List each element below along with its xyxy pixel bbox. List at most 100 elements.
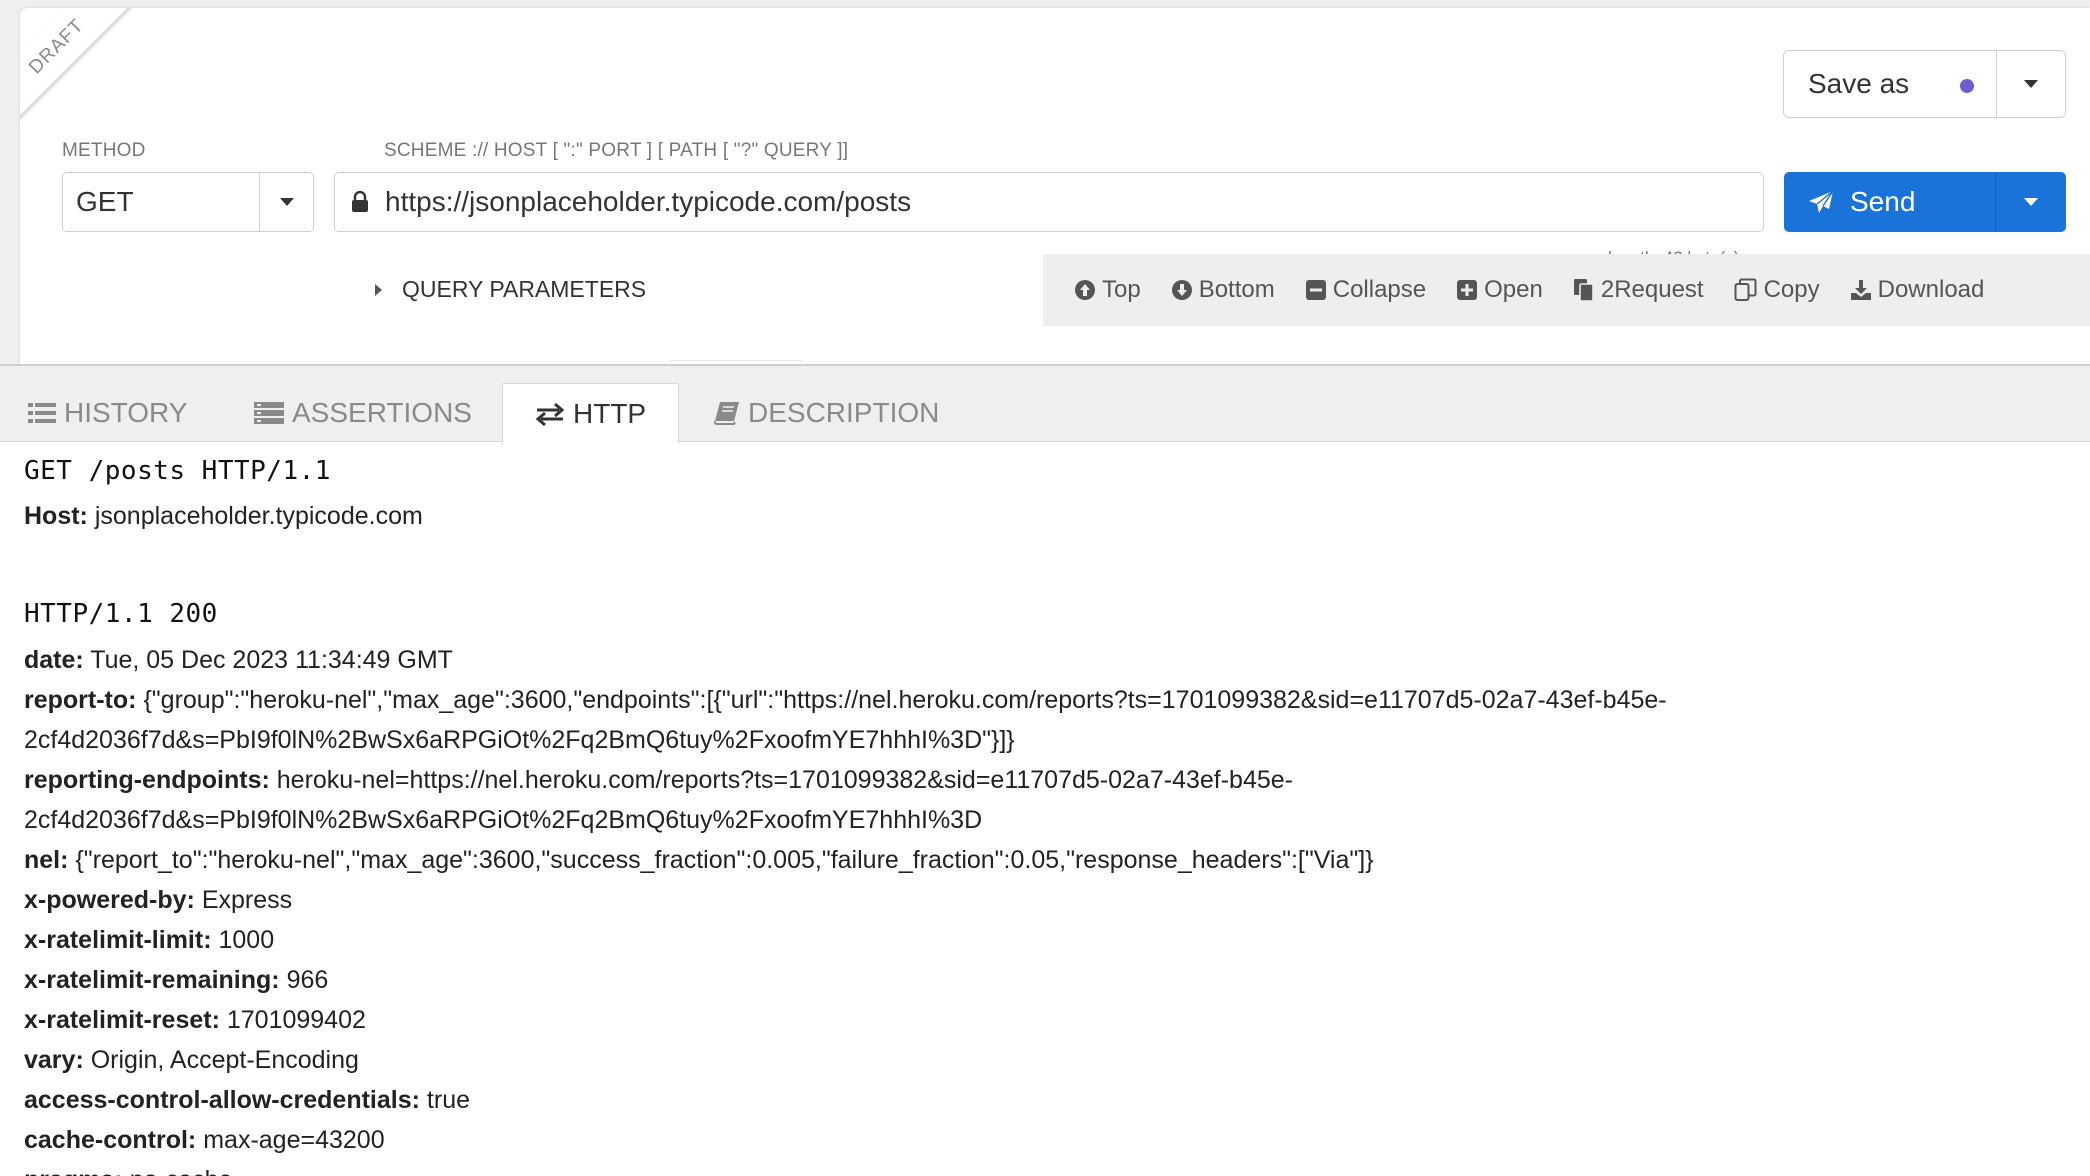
top-button[interactable]: Top: [1074, 276, 1141, 304]
save-as-button[interactable]: Save as: [1784, 51, 1996, 117]
send-options-dropdown[interactable]: [1995, 172, 2066, 232]
header-value: no-cache: [130, 1166, 233, 1176]
header-value: {"report_to":"heroku-nel","max_age":3600…: [75, 846, 1374, 874]
plus-square-icon: [1457, 280, 1478, 300]
copy-button[interactable]: Copy: [1734, 276, 1820, 304]
tab-assertions[interactable]: ASSERTIONS: [254, 383, 472, 443]
collapse-button[interactable]: Collapse: [1305, 276, 1426, 304]
chevron-down-icon: [279, 198, 294, 206]
status-line: HTTP/1.1 200: [24, 599, 218, 629]
response-header-row: access-control-allow-credentials: true: [24, 1080, 1824, 1120]
header-name: date:: [24, 646, 84, 674]
header-value: 1701099402: [226, 1006, 366, 1034]
open-button[interactable]: Open: [1456, 276, 1543, 304]
url-field[interactable]: [334, 172, 1764, 232]
header-value: 1000: [218, 926, 275, 954]
request-header-row: Host: jsonplaceholder.typicode.com: [24, 496, 1824, 536]
response-toolbar: Top Bottom Collapse Open 2Request Copy D…: [1043, 254, 2090, 326]
header-name: x-ratelimit-limit:: [24, 926, 212, 954]
query-parameters-label: QUERY PARAMETERS: [402, 276, 647, 302]
chevron-down-icon: [2024, 80, 2038, 88]
minus-square-icon: [1305, 280, 1326, 300]
method-value: GET: [76, 186, 134, 217]
tab-description[interactable]: DESCRIPTION: [714, 383, 939, 443]
top-label: Top: [1102, 276, 1141, 303]
response-header-row: x-ratelimit-reset: 1701099402: [24, 1000, 1824, 1040]
bottom-button[interactable]: Bottom: [1171, 276, 1275, 304]
tabs-bar: HISTORY ASSERTIONS HTTP DESCRIPTION: [0, 364, 2090, 444]
chevron-down-icon: [2024, 198, 2038, 206]
header-value: heroku-nel=https://nel.heroku.com/report…: [276, 766, 1293, 794]
download-label: Download: [1877, 276, 1985, 303]
tab-assertions-label: ASSERTIONS: [292, 397, 472, 428]
header-value: Origin, Accept-Encoding: [90, 1046, 359, 1074]
response-header-row: nel: {"report_to":"heroku-nel","max_age"…: [24, 840, 1824, 880]
download-button[interactable]: Download: [1850, 276, 1985, 304]
lock-icon: [352, 191, 368, 212]
header-name: report-to:: [24, 686, 137, 714]
save-as-button-group: Save as: [1783, 50, 2066, 118]
response-header-row: date: Tue, 05 Dec 2023 11:34:49 GMT: [24, 640, 1824, 680]
response-header-row: x-powered-by: Express: [24, 880, 1824, 920]
send-button[interactable]: Send: [1784, 172, 1995, 232]
tab-history[interactable]: HISTORY: [28, 383, 187, 443]
url-input[interactable]: [383, 185, 1733, 219]
url-format-label: SCHEME :// HOST [ ":" PORT ] [ PATH [ "?…: [384, 140, 849, 161]
response-header-row-continuation: 2cf4d2036f7d&s=PbI9f0lN%2BwSx6aRPGiOt%2F…: [24, 800, 1824, 840]
caret-right-icon: [375, 283, 382, 296]
tab-http[interactable]: HTTP: [502, 383, 680, 444]
response-header-row: vary: Origin, Accept-Encoding: [24, 1040, 1824, 1080]
download-icon: [1850, 280, 1871, 300]
response-header-row: reporting-endpoints: heroku-nel=https://…: [24, 760, 1824, 800]
method-label: METHOD: [62, 140, 146, 161]
open-label: Open: [1484, 276, 1543, 303]
response-header-row: report-to: {"group":"heroku-nel","max_ag…: [24, 680, 1824, 720]
exchange-icon: [535, 402, 565, 426]
method-dropdown-toggle[interactable]: [259, 173, 313, 231]
tab-history-label: HISTORY: [64, 397, 188, 428]
to-request-button[interactable]: 2Request: [1573, 276, 1704, 304]
copy-label: Copy: [1763, 276, 1820, 303]
query-parameters-toggle[interactable]: QUERY PARAMETERS: [375, 276, 646, 303]
header-value: Tue, 05 Dec 2023 11:34:49 GMT: [90, 646, 453, 674]
tab-description-label: DESCRIPTION: [748, 397, 940, 428]
save-options-dropdown[interactable]: [1996, 51, 2065, 117]
draft-ribbon: DRAFT: [20, 8, 158, 132]
response-header-row: x-ratelimit-limit: 1000: [24, 920, 1824, 960]
header-name: vary:: [24, 1046, 84, 1074]
header-name: access-control-allow-credentials:: [24, 1086, 420, 1114]
response-header-row: x-ratelimit-remaining: 966: [24, 960, 1824, 1000]
draft-label: DRAFT: [20, 8, 148, 132]
header-value: true: [426, 1086, 471, 1114]
copy-icon: [1734, 278, 1757, 301]
request-line: GET /posts HTTP/1.1: [24, 456, 331, 486]
header-name: cache-control:: [24, 1126, 197, 1154]
header-name: reporting-endpoints:: [24, 766, 270, 794]
header-value: Express: [201, 886, 293, 914]
header-name: pragma:: [24, 1166, 123, 1176]
tab-http-label: HTTP: [573, 397, 647, 429]
clipboard-copy-icon: [1573, 279, 1594, 302]
response-header-row: cache-control: max-age=43200: [24, 1120, 1824, 1160]
book-icon: [714, 402, 739, 425]
header-name: nel:: [24, 846, 69, 874]
response-header-row-partial: pragma: no-cache: [24, 1160, 1824, 1176]
send-label: Send: [1850, 186, 1916, 217]
header-name: Host:: [24, 502, 88, 530]
header-value: 2cf4d2036f7d&s=PbI9f0lN%2BwSx6aRPGiOt%2F…: [24, 806, 983, 834]
header-value: 966: [286, 966, 329, 994]
header-value: max-age=43200: [203, 1126, 385, 1154]
header-name: x-ratelimit-reset:: [24, 1006, 220, 1034]
header-name: x-powered-by:: [24, 886, 195, 914]
bottom-label: Bottom: [1198, 276, 1275, 303]
list-icon: [28, 403, 56, 423]
arrow-circle-down-icon: [1171, 280, 1192, 300]
header-value: jsonplaceholder.typicode.com: [94, 502, 423, 530]
header-value: 2cf4d2036f7d&s=PbI9f0lN%2BwSx6aRPGiOt%2F…: [24, 726, 1015, 754]
to-request-label: 2Request: [1600, 276, 1704, 303]
request-panel-background: DRAFT Save as METHOD SCHEME :// HOST [ "…: [0, 0, 2090, 364]
method-select[interactable]: GET: [62, 172, 314, 232]
send-button-group: Send: [1784, 172, 2066, 232]
paper-plane-icon: [1809, 190, 1834, 213]
arrow-circle-up-icon: [1075, 280, 1095, 300]
